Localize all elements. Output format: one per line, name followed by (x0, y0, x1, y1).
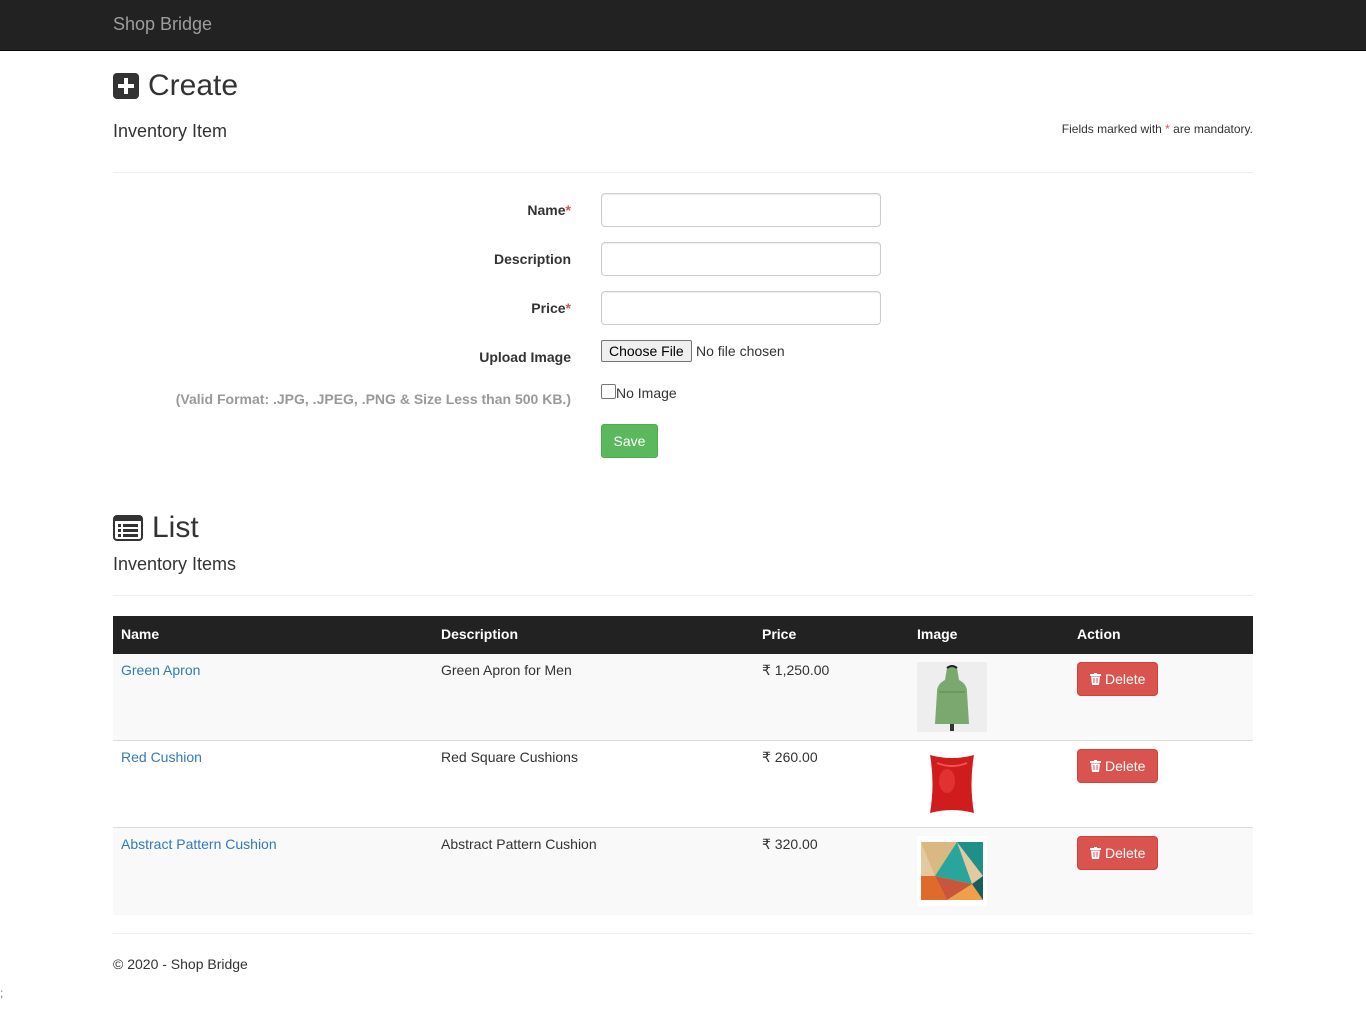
top-navbar: Shop Bridge (0, 0, 1366, 51)
red-cushion-image (917, 749, 987, 819)
no-image-label[interactable]: No Image (616, 385, 677, 401)
brand-link[interactable]: Shop Bridge (113, 14, 212, 35)
list-divider (113, 595, 1253, 596)
item-description: Abstract Pattern Cushion (433, 827, 754, 915)
list-alt-icon (113, 515, 143, 541)
delete-button-label: Delete (1105, 671, 1146, 687)
table-row: Abstract Pattern Cushion Abstract Patter… (113, 827, 1253, 915)
trash-icon (1090, 673, 1101, 685)
item-description: Green Apron for Men (433, 652, 754, 741)
trash-icon (1090, 760, 1101, 772)
footer-copyright: © 2020 - Shop Bridge (113, 956, 248, 972)
delete-button-label: Delete (1105, 845, 1146, 861)
item-name-link[interactable]: Abstract Pattern Cushion (121, 836, 277, 852)
item-price: ₹ 320.00 (754, 827, 909, 915)
column-header-description: Description (433, 616, 754, 654)
list-subtitle: Inventory Items (113, 554, 237, 574)
no-image-checkbox[interactable] (601, 384, 616, 399)
item-price: ₹ 1,250.00 (754, 652, 909, 741)
table-row: Red Cushion Red Square Cushions ₹ 260.00 (113, 740, 1253, 828)
item-name-link[interactable]: Green Apron (121, 662, 200, 678)
delete-button[interactable]: Delete (1077, 749, 1159, 783)
create-subtitle: Inventory Item (113, 121, 228, 141)
inventory-table: Name Description Price Image Action Gree… (113, 616, 1253, 915)
create-heading: Create (113, 69, 238, 103)
description-input[interactable] (601, 242, 881, 276)
item-price: ₹ 260.00 (754, 740, 909, 828)
list-heading: List (113, 511, 199, 545)
price-input[interactable] (601, 291, 881, 325)
name-label: Name* (527, 202, 571, 218)
main-container: Create Inventory Item Fields marked with… (113, 51, 1253, 1024)
column-header-image: Image (909, 616, 1069, 654)
upload-image-label: Upload Image (479, 349, 571, 365)
table-row: Green Apron Green Apron for Men ₹ 1,250.… (113, 652, 1253, 741)
delete-button[interactable]: Delete (1077, 836, 1159, 870)
file-status-text: No file chosen (696, 343, 785, 359)
create-title: Create (148, 69, 239, 102)
plus-square-icon (113, 73, 139, 99)
upload-format-help: (Valid Format: .JPG, .JPEG, .PNG & Size … (175, 391, 571, 407)
save-button[interactable]: Save (601, 424, 658, 458)
create-divider (113, 172, 1253, 173)
column-header-name: Name (113, 616, 433, 654)
column-header-action: Action (1069, 616, 1253, 654)
item-description: Red Square Cushions (433, 740, 754, 828)
name-input[interactable] (601, 193, 881, 227)
delete-button-label: Delete (1105, 758, 1146, 774)
description-label: Description (493, 251, 571, 267)
abstract-cushion-image (917, 836, 987, 906)
table-header-row: Name Description Price Image Action (113, 616, 1253, 654)
choose-file-button[interactable]: Choose File (601, 340, 692, 362)
column-header-price: Price (754, 616, 909, 654)
footer-divider (113, 933, 1253, 934)
mandatory-note: Fields marked with * are mandatory. (1061, 122, 1253, 136)
price-label: Price* (531, 300, 571, 316)
delete-button[interactable]: Delete (1077, 662, 1159, 696)
list-title: List (152, 511, 199, 544)
item-name-link[interactable]: Red Cushion (121, 749, 202, 765)
stray-text: ; (0, 986, 4, 1000)
green-apron-image (917, 662, 987, 732)
trash-icon (1090, 847, 1101, 859)
